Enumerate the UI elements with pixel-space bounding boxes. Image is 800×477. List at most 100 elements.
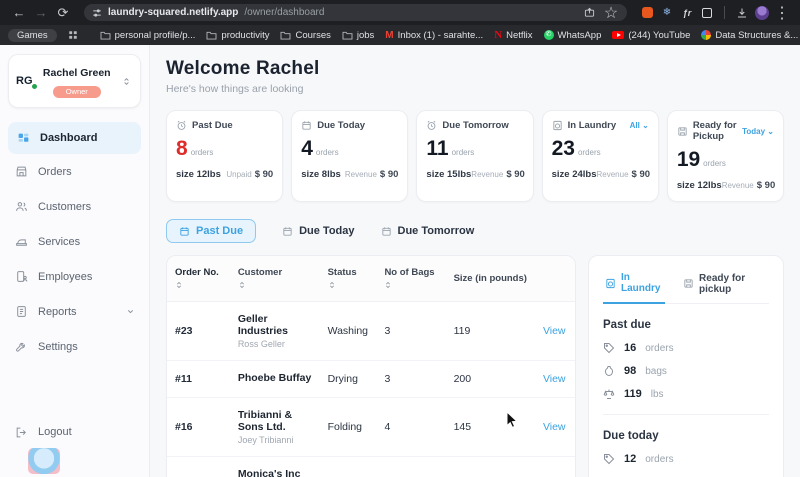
table-header-row: Order No. Customer Status No of Bags Siz… [167, 256, 575, 302]
card-amount-label: Revenue [344, 170, 377, 179]
tab-due-tomorrow[interactable]: Due Tomorrow [381, 225, 474, 237]
card-count: 4 [301, 137, 313, 160]
customer-cell: Monica's IncMonica's Geller-Bing [229, 456, 320, 477]
table-row: #65 Monica's IncMonica's Geller-Bing Bin… [167, 456, 575, 477]
wrench-icon [14, 340, 28, 354]
sort-icon[interactable] [384, 280, 437, 290]
status-cell: Binned [319, 456, 377, 477]
sidebar-item-dashboard[interactable]: Dashboard [8, 122, 141, 154]
toolbar-divider [724, 6, 725, 19]
sort-icon[interactable] [175, 280, 222, 290]
column-no-of-bags[interactable]: No of Bags [376, 256, 446, 302]
bookmark-whatsapp[interactable]: ✆ WhatsApp [543, 29, 602, 41]
card-unit: orders [190, 148, 214, 157]
column-status[interactable]: Status [319, 256, 377, 302]
chevron-up-down-icon [119, 74, 133, 88]
pickup-icon [677, 126, 688, 137]
bookmark-label: (244) YouTube [628, 29, 691, 41]
user-menu[interactable]: RG Rachel Green Owner [8, 54, 141, 108]
card-amount-label: Revenue [721, 181, 754, 190]
bookmark-folder[interactable]: productivity [206, 30, 269, 41]
employee-icon [14, 270, 28, 284]
column-customer[interactable]: Customer [229, 256, 320, 302]
panel-tab-in-laundry[interactable]: In Laundry [603, 268, 666, 304]
stat-card-in-laundry: In Laundry All ⌄ 23 orders size 24lbs Reven… [541, 110, 659, 202]
bookmark-label: WhatsApp [557, 29, 602, 41]
reload-icon[interactable]: ⟳ [54, 0, 72, 25]
gmail-icon: M [385, 29, 394, 41]
card-filter-dropdown[interactable]: All ⌄ [630, 121, 649, 130]
bookmark-folder[interactable]: personal profile/p... [100, 30, 195, 41]
washer-icon [552, 120, 563, 131]
bookmark-data-structures[interactable]: Data Structures &... [701, 30, 798, 41]
iron-icon [14, 235, 28, 249]
apps-grid-icon[interactable] [68, 30, 78, 40]
card-amount-label: Revenue [471, 170, 504, 179]
card-size: size 15lbs [426, 169, 472, 180]
bookmark-folder[interactable]: Courses [280, 29, 331, 41]
forward-icon[interactable]: → [32, 0, 50, 25]
customer-cell: Geller Industries Ross Geller [229, 301, 320, 361]
bookmark-star-icon[interactable]: ☆ [603, 5, 619, 22]
logout-button[interactable]: Logout [14, 425, 72, 439]
logout-label: Logout [38, 426, 72, 438]
site-settings-icon[interactable] [92, 8, 102, 18]
card-amount: $ 90 [631, 169, 651, 180]
netflix-icon: N [494, 29, 503, 41]
tab-due-today[interactable]: Due Today [282, 225, 355, 237]
bookmark-netflix[interactable]: N Netflix [494, 29, 532, 41]
tag-icon [603, 453, 615, 465]
view-link[interactable]: View [534, 456, 575, 477]
sidebar-item-settings[interactable]: Settings [0, 329, 149, 364]
sidebar-item-employees[interactable]: Employees [0, 259, 149, 294]
card-count: 23 [551, 137, 575, 160]
bookmark-label: jobs [356, 29, 375, 41]
url-path: /owner/dashboard [244, 7, 325, 18]
sidebar-item-customers[interactable]: Customers [0, 189, 149, 224]
view-link[interactable]: View [534, 397, 575, 457]
bookmark-label: Courses [295, 29, 331, 41]
browser-menu-icon[interactable]: ⋮ [774, 5, 790, 22]
extension-orange-icon[interactable] [639, 5, 655, 21]
extension-fr-icon[interactable]: ƒr [679, 5, 695, 21]
card-label: In Laundry [567, 120, 617, 131]
pickup-icon [683, 278, 694, 289]
extension-snowflake-icon[interactable]: ❄ [659, 5, 675, 21]
bookmark-games[interactable]: Games [8, 28, 57, 42]
address-bar[interactable]: laundry-squared.netlify.app /owner/dashb… [84, 4, 627, 22]
bookmark-gmail[interactable]: M Inbox (1) - sarahte... [385, 30, 483, 41]
back-icon[interactable]: ← [10, 0, 28, 25]
view-link[interactable]: View [534, 301, 575, 361]
tab-past-due[interactable]: Past Due [166, 219, 257, 243]
whatsapp-icon: ✆ [543, 30, 554, 40]
panel-tab-ready-for-pickup[interactable]: Ready for pickup [681, 268, 769, 303]
card-label: Due Tomorrow [442, 120, 509, 131]
sort-icon[interactable] [328, 280, 369, 290]
youtube-icon [612, 31, 625, 39]
section-title: Past due [603, 319, 651, 331]
table-row: #23 Geller Industries Ross Geller Washing… [167, 301, 575, 361]
folder-icon [100, 31, 111, 40]
page-subtitle: Here's how things are looking [166, 83, 304, 95]
bag-icon [603, 365, 615, 377]
profile-avatar[interactable] [754, 5, 770, 21]
column-order-no[interactable]: Order No. [167, 256, 230, 302]
bookmark-youtube[interactable]: (244) YouTube [612, 30, 690, 41]
alarm-icon [176, 120, 187, 131]
sidebar-item-reports[interactable]: Reports [0, 294, 149, 329]
extension-square-icon[interactable] [699, 5, 715, 21]
calendar-icon [179, 226, 190, 237]
sort-icon[interactable] [238, 280, 312, 290]
scale-icon [603, 388, 615, 400]
size-cell: 134 [445, 456, 535, 477]
card-filter-dropdown[interactable]: Today ⌄ [742, 127, 774, 136]
sidebar-item-orders[interactable]: Orders [0, 154, 149, 189]
downloads-icon[interactable] [734, 5, 750, 21]
card-label: Past Due [192, 120, 233, 131]
alarm-icon [426, 120, 437, 131]
card-count: 8 [176, 137, 188, 160]
bookmark-folder[interactable]: jobs [342, 30, 374, 41]
view-link[interactable]: View [534, 360, 575, 398]
sidebar-item-services[interactable]: Services [0, 224, 149, 259]
share-icon[interactable] [581, 5, 597, 21]
